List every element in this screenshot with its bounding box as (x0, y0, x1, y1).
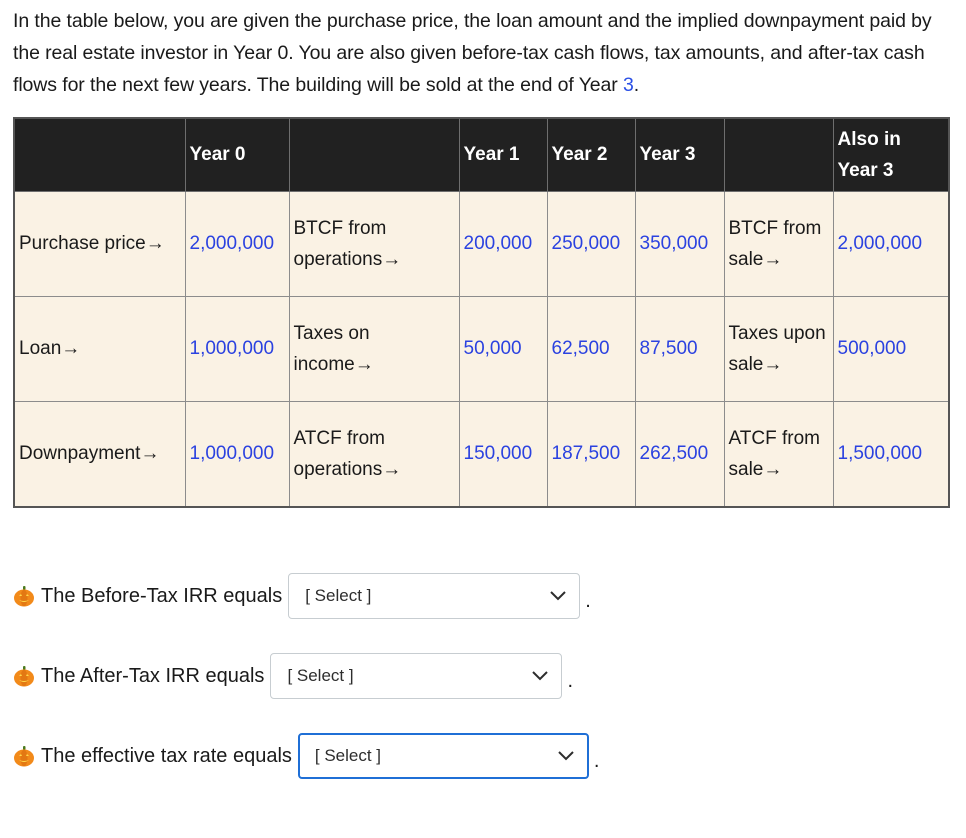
question-prompt: The Before-Tax IRR equals (41, 584, 283, 607)
year-2-value: 187,500 (546, 401, 636, 508)
question-after-tax-irr: The After-Tax IRR equals [ Select ] . (13, 653, 573, 699)
year-3-value: 87,500 (634, 296, 725, 402)
intro-text: In the table below, you are given the pu… (13, 10, 932, 96)
chevron-down-icon (558, 751, 574, 761)
row-label: Downpayment→ (13, 401, 186, 508)
header-year-3: Year 3 (634, 117, 725, 192)
ops-label: Taxes on income→ (288, 296, 460, 402)
question-effective-tax-rate: The effective tax rate equals [ Select ]… (13, 733, 599, 779)
header-sale-label-col (723, 117, 834, 192)
select-value: [ Select ] (305, 586, 372, 605)
select-value: [ Select ] (287, 666, 354, 685)
sentence-period: . (585, 590, 591, 612)
year-1-value: 50,000 (458, 296, 548, 402)
row-label: Loan→ (13, 296, 186, 402)
sale-value: 2,000,000 (832, 191, 950, 297)
chevron-down-icon (550, 591, 566, 601)
sale-value: 500,000 (832, 296, 950, 402)
pumpkin-icon (13, 665, 35, 687)
sentence-period: . (567, 670, 573, 692)
year-0-value: 2,000,000 (184, 191, 290, 297)
sale-label: ATCF from sale→ (723, 401, 834, 508)
sentence-period: . (593, 750, 600, 772)
year-0-value: 1,000,000 (184, 401, 290, 508)
intro-paragraph: In the table below, you are given the pu… (13, 5, 958, 101)
ops-label: ATCF from operations→ (288, 401, 460, 508)
row-label: Purchase price→ (13, 191, 186, 297)
question-before-tax-irr: The Before-Tax IRR equals [ Select ] . (13, 573, 591, 619)
sale-label: BTCF from sale→ (723, 191, 834, 297)
header-ops-label-col (288, 117, 460, 192)
after-tax-irr-select[interactable]: [ Select ] (270, 653, 563, 699)
sale-value: 1,500,000 (832, 401, 950, 508)
pumpkin-icon (13, 585, 35, 607)
pumpkin-icon (13, 745, 35, 767)
chevron-down-icon (532, 671, 549, 681)
table-row: Loan→ 1,000,000 Taxes on income→ 50,000 … (13, 296, 950, 402)
select-value: [ Select ] (314, 746, 382, 765)
header-label-col (13, 117, 186, 192)
ops-label: BTCF from operations→ (288, 191, 460, 297)
header-year-2: Year 2 (546, 117, 636, 192)
year-1-value: 150,000 (458, 401, 548, 508)
sale-label: Taxes upon sale→ (723, 296, 834, 402)
year-2-value: 250,000 (546, 191, 636, 297)
year-0-value: 1,000,000 (184, 296, 290, 402)
year-2-value: 62,500 (546, 296, 636, 402)
cash-flow-table: Year 0 Year 1 Year 2 Year 3 Also in Year… (13, 117, 950, 508)
intro-period: . (633, 74, 640, 96)
before-tax-irr-select[interactable]: [ Select ] (288, 573, 581, 619)
effective-tax-rate-select[interactable]: [ Select ] (297, 733, 589, 779)
header-year-1: Year 1 (458, 117, 548, 192)
year-link[interactable]: 3 (623, 74, 634, 96)
header-also-in-year-3: Also in Year 3 (832, 117, 950, 192)
question-prompt: The After-Tax IRR equals (41, 664, 265, 687)
year-3-value: 262,500 (634, 401, 725, 508)
header-year-0: Year 0 (184, 117, 290, 192)
year-1-value: 200,000 (458, 191, 548, 297)
table-row: Downpayment→ 1,000,000 ATCF from operati… (13, 401, 950, 508)
question-prompt: The effective tax rate equals (41, 744, 292, 767)
year-3-value: 350,000 (634, 191, 725, 297)
table-row: Purchase price→ 2,000,000 BTCF from oper… (13, 191, 950, 297)
table-header-row: Year 0 Year 1 Year 2 Year 3 Also in Year… (13, 117, 950, 192)
